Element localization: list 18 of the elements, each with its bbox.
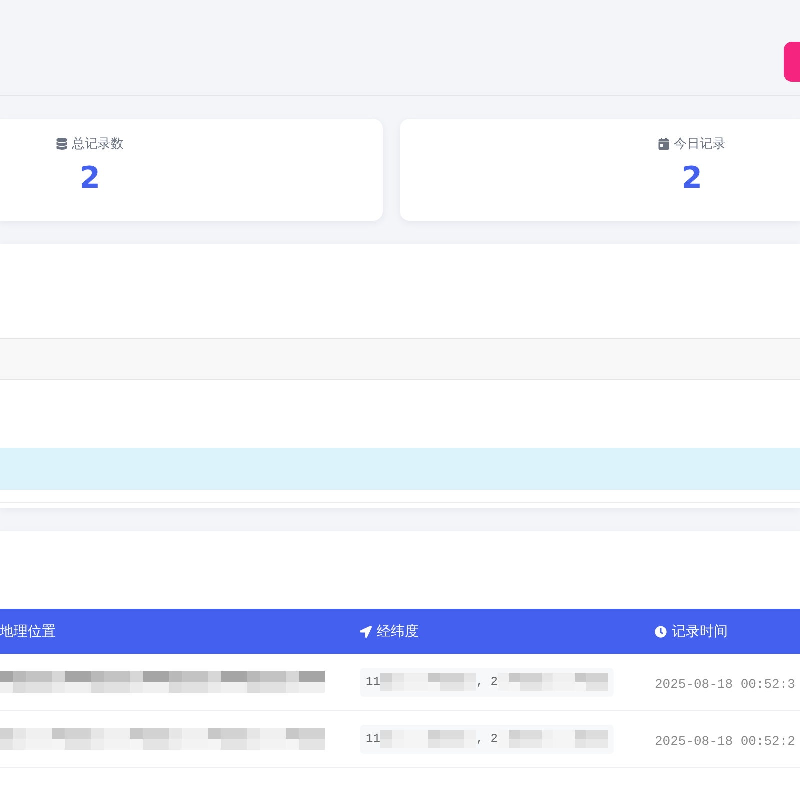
column-header: 地理位置 bbox=[0, 622, 56, 640]
stat-value: 2 bbox=[80, 160, 100, 198]
stat-label: 今日记录 bbox=[674, 136, 726, 153]
column-header: 记录时间 bbox=[672, 622, 728, 640]
coordinate-text: , 2 bbox=[476, 675, 498, 689]
stat-value: 2 bbox=[682, 160, 702, 198]
coordinate-text: 11 bbox=[366, 732, 380, 746]
coordinate-text: , 2 bbox=[476, 732, 498, 746]
database-icon bbox=[56, 138, 68, 150]
calendar-icon bbox=[658, 138, 670, 150]
time-cell: 2025-08-18 00:52:2 bbox=[655, 734, 796, 748]
header-button[interactable] bbox=[784, 42, 800, 82]
coordinate-text: 11 bbox=[366, 675, 380, 689]
time-cell: 2025-08-18 00:52:3 bbox=[655, 676, 796, 692]
clock-icon bbox=[655, 626, 667, 638]
column-header: 经纬度 bbox=[377, 622, 419, 640]
stat-label: 总记录数 bbox=[72, 136, 124, 153]
navigation-arrow-icon bbox=[360, 626, 372, 638]
